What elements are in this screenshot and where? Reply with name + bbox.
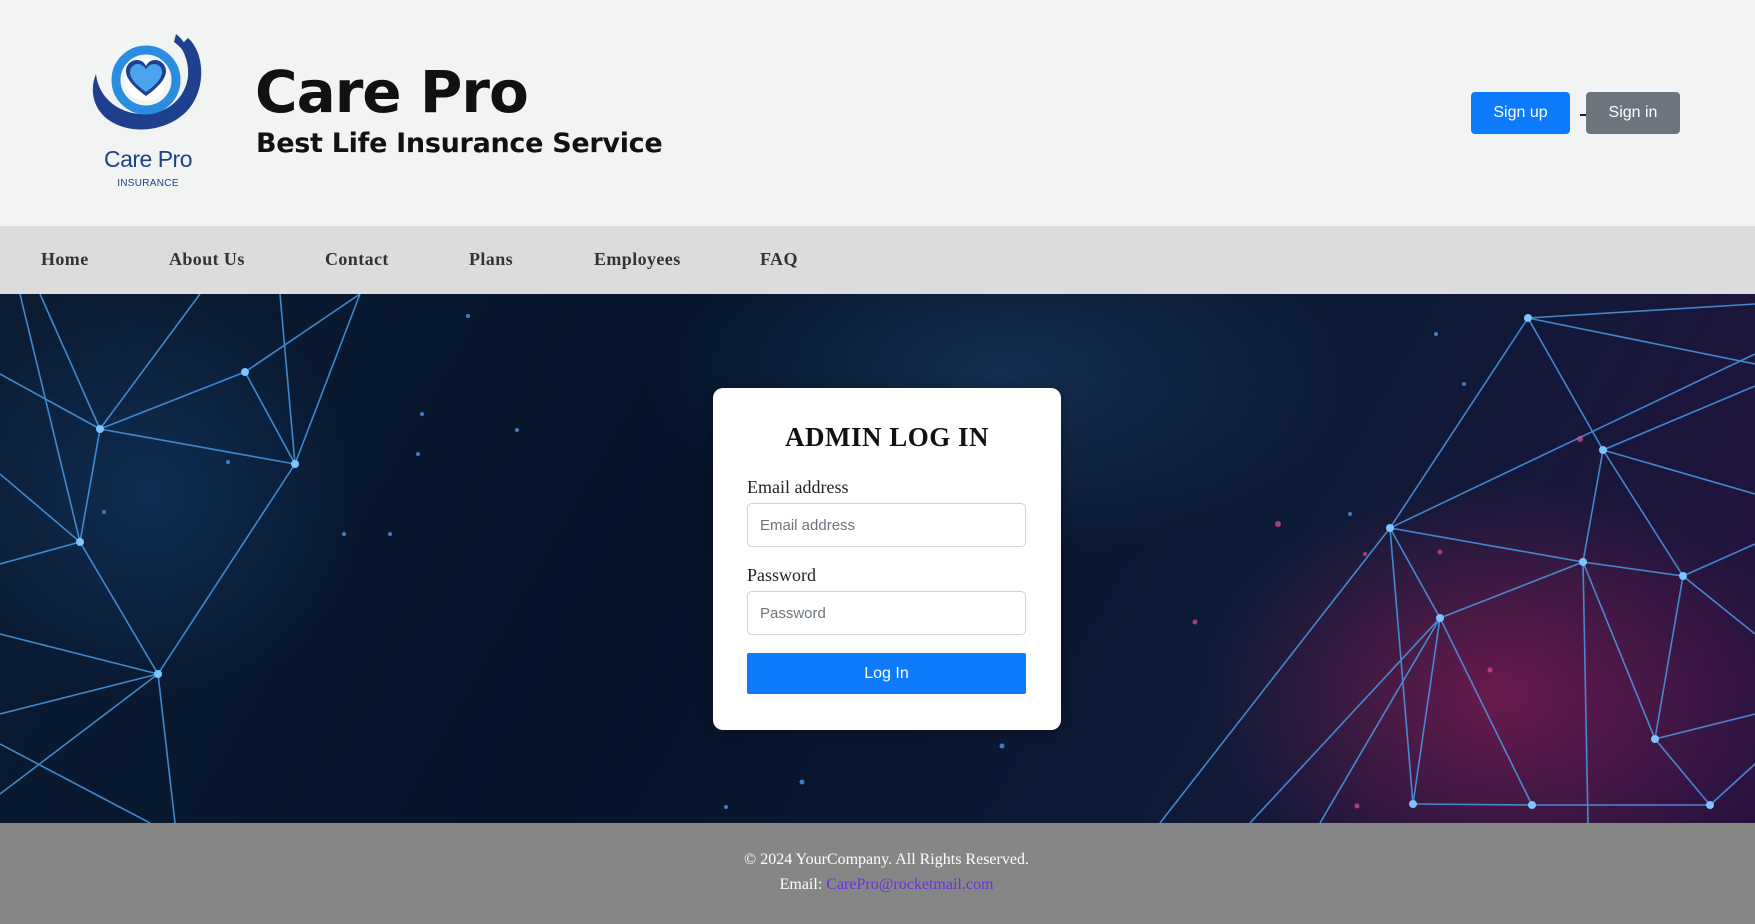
login-title: ADMIN LOG IN [784, 422, 989, 452]
email-prefix: Email: [779, 876, 827, 893]
logo-wordmark: Care Pro [103, 146, 193, 172]
nav-item-contact[interactable]: Contact [325, 249, 389, 270]
nav-item-about-us[interactable]: About Us [169, 249, 245, 270]
main-nav: Home About Us Contact Plans Employees FA… [0, 226, 1755, 294]
admin-login-card: ADMIN LOG IN Email address Password Log … [713, 388, 1061, 730]
copyright-text: © 2024 YourCompany. All Rights Reserved. [744, 851, 1029, 868]
nav-item-plans[interactable]: Plans [469, 249, 513, 270]
email-field[interactable] [747, 503, 1026, 547]
sign-up-button[interactable]: Sign up [1471, 92, 1570, 134]
email-link[interactable]: CarePro@rocketmail.com [826, 876, 993, 893]
nav-item-faq[interactable]: FAQ [760, 249, 798, 270]
brand-logo[interactable]: Care Pro INSURANCE [88, 32, 208, 192]
site-title: Care Pro [255, 58, 529, 126]
log-in-button[interactable]: Log In [747, 653, 1026, 694]
site-footer: © 2024 YourCompany. All Rights Reserved.… [0, 823, 1755, 924]
footer-email-line: Email: CarePro@rocketmail.com [0, 876, 1755, 894]
password-label: Password [747, 565, 817, 585]
email-label: Email address [747, 477, 849, 497]
site-tagline: Best Life Insurance Service [256, 128, 663, 159]
nav-item-employees[interactable]: Employees [594, 249, 681, 270]
nav-item-home[interactable]: Home [41, 249, 89, 270]
sign-in-button[interactable]: Sign in [1586, 92, 1680, 134]
site-header: Care Pro INSURANCE Care Pro Best Life In… [0, 0, 1755, 226]
heart-hands-icon [92, 34, 202, 130]
logo-subtext: INSURANCE [117, 178, 179, 189]
password-field[interactable] [747, 591, 1026, 635]
